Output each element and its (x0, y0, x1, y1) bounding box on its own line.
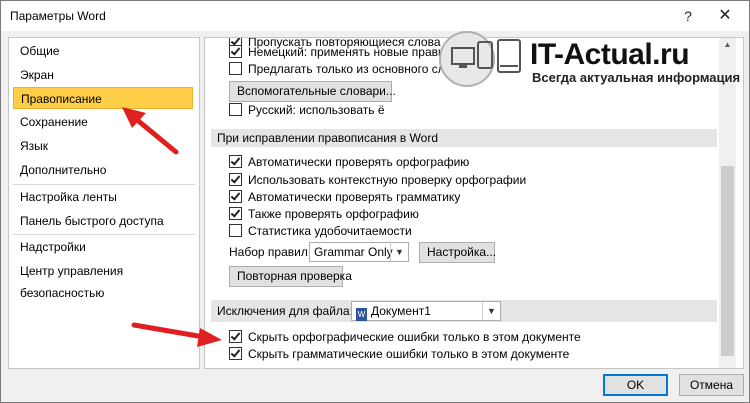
scrollbar-thumb[interactable] (721, 166, 734, 356)
settings-button[interactable]: Настройка... (419, 242, 496, 263)
title-bar: Параметры Word ? ✕ (1, 1, 749, 31)
nav-item-quick-access[interactable]: Панель быстрого доступа (13, 210, 193, 232)
checkbox-hide-grammar-errors[interactable]: Скрыть грамматические ошибки только в эт… (229, 346, 569, 362)
options-nav: Общие Экран Правописание Сохранение Язык… (8, 37, 200, 369)
checkbox-box[interactable] (229, 190, 242, 203)
checkbox-label: Скрыть грамматические ошибки только в эт… (248, 347, 570, 361)
nav-item-customize-ribbon[interactable]: Настройка ленты (13, 186, 193, 208)
rules-select-value: Grammar Only (314, 245, 393, 259)
checkbox-russian-yo[interactable]: Русский: использовать ё (229, 102, 385, 118)
checkbox-readability[interactable]: Статистика удобочитаемости (229, 223, 412, 239)
help-button[interactable]: ? (674, 5, 702, 27)
rules-select[interactable]: Grammar Only ▼ (309, 242, 409, 262)
site-watermark: IT-Actual.ru Всегда актуальная информаци… (438, 28, 744, 90)
checkbox-box[interactable] (229, 224, 242, 237)
custom-dictionaries-button[interactable]: Вспомогательные словари... (229, 81, 396, 102)
chevron-down-icon: ▼ (390, 243, 408, 261)
nav-item-display[interactable]: Экран (13, 64, 193, 86)
nav-item-proofing[interactable]: Правописание (13, 87, 193, 109)
window-title: Параметры Word (10, 9, 106, 23)
checkbox-box[interactable] (229, 347, 242, 360)
checkbox-auto-spelling[interactable]: Автоматически проверять орфографию (229, 154, 469, 170)
nav-item-general[interactable]: Общие (13, 40, 193, 62)
word-document-icon: W (356, 308, 367, 321)
cancel-button[interactable]: Отмена (679, 374, 744, 396)
checkbox-label: Русский: использовать ё (248, 103, 385, 117)
recheck-button[interactable]: Повторная проверка (229, 266, 352, 287)
exceptions-select-value: Документ1 (371, 304, 431, 318)
nav-divider (13, 184, 195, 185)
nav-divider (13, 234, 195, 235)
site-name: IT-Actual.ru (530, 38, 690, 71)
site-tagline: Всегда актуальная информация (532, 70, 741, 85)
rules-label: Набор правил: (229, 245, 312, 259)
site-logo-icon (439, 31, 521, 87)
checkbox-hide-spelling-errors[interactable]: Скрыть орфографические ошибки только в э… (229, 329, 581, 345)
checkbox-box[interactable] (229, 103, 242, 116)
checkbox-box[interactable] (229, 45, 242, 58)
checkbox-box[interactable] (229, 173, 242, 186)
checkbox-label: Статистика удобочитаемости (248, 224, 412, 238)
nav-item-language[interactable]: Язык (13, 135, 193, 157)
nav-item-trust-center[interactable]: Центр управления безопасностью (13, 260, 193, 300)
nav-item-save[interactable]: Сохранение (13, 111, 193, 133)
checkbox-box[interactable] (229, 330, 242, 343)
checkbox-label: Также проверять орфографию (248, 207, 419, 221)
checkbox-label: Немецкий: применять новые правила (248, 45, 459, 59)
checkbox-label: Скрыть орфографические ошибки только в э… (248, 330, 581, 344)
checkbox-contextual-spelling[interactable]: Использовать контекстную проверку орфогр… (229, 172, 526, 188)
checkbox-label: Автоматически проверять грамматику (248, 190, 461, 204)
nav-item-addins[interactable]: Надстройки (13, 236, 193, 258)
nav-item-advanced[interactable]: Дополнительно (13, 159, 193, 181)
checkbox-box[interactable] (229, 207, 242, 220)
exceptions-select[interactable]: W Документ1 ▼ (351, 301, 501, 321)
checkbox-auto-grammar[interactable]: Автоматически проверять грамматику (229, 189, 460, 205)
checkbox-label: Автоматически проверять орфографию (248, 155, 470, 169)
section-header-word: При исправлении правописания в Word (211, 129, 717, 147)
checkbox-also-spelling[interactable]: Также проверять орфографию (229, 206, 419, 222)
ok-button[interactable]: OK (603, 374, 668, 396)
chevron-down-icon: ▼ (482, 302, 500, 320)
checkbox-box[interactable] (229, 62, 242, 75)
exceptions-label: Исключения для файла: (217, 304, 353, 318)
checkbox-box[interactable] (229, 155, 242, 168)
checkbox-german-rules[interactable]: Немецкий: применять новые правила (229, 44, 458, 60)
checkbox-label: Использовать контекстную проверку орфогр… (248, 173, 527, 187)
close-button[interactable]: ✕ (711, 5, 739, 27)
